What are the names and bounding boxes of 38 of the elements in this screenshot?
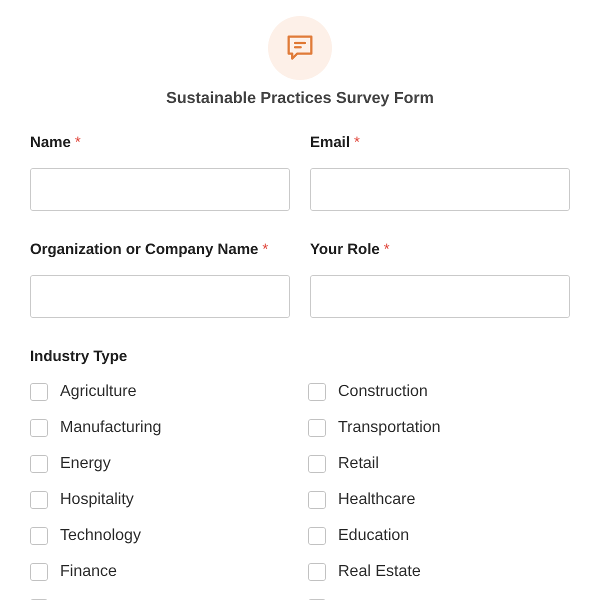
option-label: Transportation [338, 418, 441, 438]
option-label: Healthcare [338, 490, 416, 510]
input-field[interactable] [30, 275, 290, 318]
checkbox[interactable] [308, 455, 326, 473]
required-mark: * [354, 132, 360, 153]
input-field[interactable] [30, 168, 290, 211]
option-label: Manufacturing [60, 418, 162, 438]
required-mark: * [384, 240, 390, 260]
field-label: Email [310, 132, 350, 153]
option-label: Retail [338, 454, 379, 474]
checkbox[interactable] [308, 527, 326, 545]
checkbox[interactable] [308, 383, 326, 401]
checkbox[interactable] [30, 383, 48, 401]
checkbox[interactable] [30, 419, 48, 437]
group-label: Industry Type [30, 347, 128, 367]
option-label: Construction [338, 382, 428, 402]
checkbox[interactable] [30, 491, 48, 509]
form-title: Sustainable Practices Survey Form [166, 89, 434, 109]
checkbox[interactable] [30, 563, 48, 581]
option-label: Technology [60, 526, 141, 546]
option-label: Education [338, 526, 410, 546]
field-label: Your Role [310, 240, 380, 260]
checkbox[interactable] [308, 491, 326, 509]
option-label: Agriculture [60, 382, 136, 402]
input-field[interactable] [310, 168, 570, 211]
required-mark: * [262, 240, 268, 260]
option-label: Real Estate [338, 562, 421, 582]
checkbox[interactable] [30, 527, 48, 545]
field-label: Organization or Company Name [30, 240, 258, 260]
checkbox[interactable] [308, 563, 326, 581]
checkbox[interactable] [308, 419, 326, 437]
checkbox[interactable] [30, 455, 48, 473]
option-label: Energy [60, 454, 111, 474]
option-label: Hospitality [60, 490, 134, 510]
option-label: Finance [60, 562, 117, 582]
input-field[interactable] [310, 275, 570, 318]
field-label: Name [30, 132, 71, 153]
required-mark: * [74, 132, 81, 153]
